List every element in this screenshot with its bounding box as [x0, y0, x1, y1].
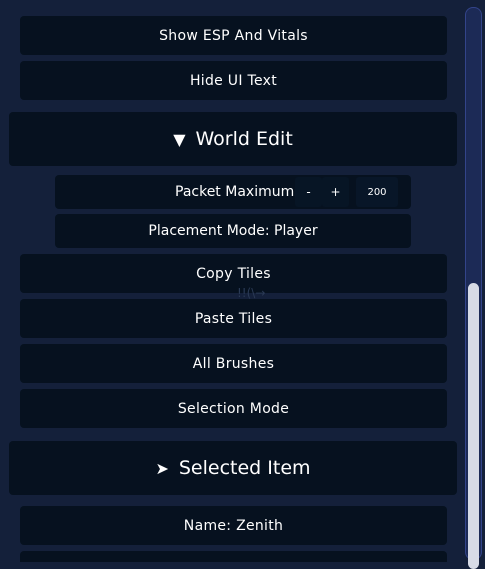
selected-item-section-header[interactable]: ➤ Selected Item	[9, 441, 457, 495]
placement-mode-button[interactable]: Placement Mode: Player	[55, 214, 411, 248]
paste-tiles-label: Paste Tiles	[194, 310, 273, 327]
world-edit-title: World Edit	[195, 128, 293, 150]
paste-tiles-button[interactable]: Paste Tiles	[20, 299, 447, 338]
faint-watermark: !!(\→	[237, 286, 266, 300]
all-brushes-label: All Brushes	[192, 355, 275, 372]
selection-mode-label: Selection Mode	[177, 400, 290, 417]
selection-mode-button[interactable]: Selection Mode	[20, 389, 447, 428]
placement-mode-label: Placement Mode: Player	[148, 223, 318, 239]
minus-icon: -	[306, 185, 311, 199]
plus-icon: +	[330, 185, 341, 199]
item-name-label: Name: Zenith	[183, 517, 284, 534]
packet-increment-button[interactable]: +	[322, 177, 349, 207]
world-edit-section-header[interactable]: ▼ World Edit	[9, 112, 457, 166]
selected-item-title: Selected Item	[178, 457, 311, 479]
next-row-partial	[20, 551, 447, 562]
chevron-down-icon: ▼	[173, 129, 186, 149]
cheat-menu-panel: Show ESP And Vitals Hide UI Text ▼ World…	[0, 0, 462, 562]
packet-maximum-row: Packet Maximum - + 200	[55, 175, 411, 209]
hide-ui-text-button[interactable]: Hide UI Text	[20, 61, 447, 100]
copy-tiles-button[interactable]: Copy Tiles	[20, 254, 447, 293]
scrollbar-track[interactable]	[465, 7, 482, 569]
packet-maximum-value: 200	[367, 186, 387, 198]
show-esp-vitals-label: Show ESP And Vitals	[159, 27, 308, 44]
all-brushes-button[interactable]: All Brushes	[20, 344, 447, 383]
chevron-right-icon: ➤	[155, 458, 169, 478]
scrollbar-thumb[interactable]	[468, 283, 479, 569]
hide-ui-text-label: Hide UI Text	[189, 72, 278, 89]
show-esp-vitals-button[interactable]: Show ESP And Vitals	[20, 16, 447, 55]
copy-tiles-label: Copy Tiles	[196, 265, 271, 282]
packet-maximum-label: Packet Maximum	[175, 184, 295, 200]
packet-decrement-button[interactable]: -	[295, 177, 322, 207]
packet-maximum-input[interactable]: 200	[356, 177, 398, 207]
item-name-field: Name: Zenith	[20, 506, 447, 545]
